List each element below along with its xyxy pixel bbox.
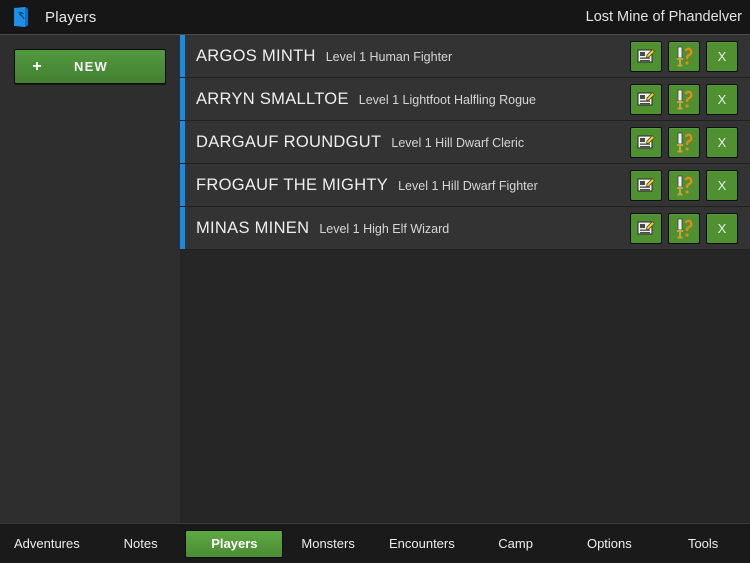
player-actions: X — [630, 127, 750, 158]
edit-note-icon[interactable] — [630, 84, 662, 115]
player-name: ARGOS MINTH — [196, 47, 316, 66]
player-name: FROGAUF THE MIGHTY — [196, 176, 388, 195]
player-info: MINAS MINEN Level 1 High Elf Wizard — [185, 219, 630, 238]
sword-equipment-icon[interactable] — [668, 84, 700, 115]
sidebar: + NEW — [0, 35, 180, 523]
sword-equipment-icon[interactable] — [668, 127, 700, 158]
app-header: Players Lost Mine of Phandelver — [0, 0, 750, 35]
players-panel: ARGOS MINTH Level 1 Human Fighter X ARRYN S… — [180, 35, 750, 523]
nav-tab-label: Camp — [498, 536, 533, 551]
nav-tab-encounters[interactable]: Encounters — [375, 524, 469, 563]
edit-note-icon[interactable] — [630, 213, 662, 244]
player-details: Level 1 High Elf Wizard — [319, 222, 449, 236]
close-icon[interactable]: X — [706, 170, 738, 201]
close-icon[interactable]: X — [706, 127, 738, 158]
edit-note-icon[interactable] — [630, 127, 662, 158]
player-name: DARGAUF ROUNDGUT — [196, 133, 381, 152]
player-name: ARRYN SMALLTOE — [196, 90, 349, 109]
close-icon[interactable]: X — [706, 213, 738, 244]
nav-tab-label: Encounters — [389, 536, 455, 551]
book-icon — [11, 6, 33, 28]
player-details: Level 1 Human Fighter — [326, 50, 452, 64]
player-row[interactable]: FROGAUF THE MIGHTY Level 1 Hill Dwarf Fig… — [180, 164, 750, 207]
nav-tab-label: Notes — [124, 536, 158, 551]
nav-tab-options[interactable]: Options — [563, 524, 657, 563]
player-actions: X — [630, 213, 750, 244]
player-details: Level 1 Hill Dwarf Cleric — [391, 136, 524, 150]
player-row[interactable]: MINAS MINEN Level 1 High Elf Wizard X — [180, 207, 750, 250]
player-row[interactable]: ARRYN SMALLTOE Level 1 Lightfoot Halfling… — [180, 78, 750, 121]
player-actions: X — [630, 41, 750, 72]
app-window: Players Lost Mine of Phandelver + NEW AR… — [0, 0, 750, 563]
player-details: Level 1 Lightfoot Halfling Rogue — [359, 93, 536, 107]
body-area: + NEW ARGOS MINTHLevel 1 Human FighterXA… — [0, 35, 750, 523]
player-name: MINAS MINEN — [196, 219, 309, 238]
nav-tab-players[interactable]: Players — [188, 524, 282, 563]
nav-tab-camp[interactable]: Camp — [469, 524, 563, 563]
edit-note-icon[interactable] — [630, 41, 662, 72]
campaign-name: Lost Mine of Phandelver — [586, 9, 744, 25]
players-list: ARGOS MINTH Level 1 Human Fighter X ARRYN S… — [180, 35, 750, 250]
page-title: Players — [45, 9, 96, 26]
nav-tab-notes[interactable]: Notes — [94, 524, 188, 563]
close-icon[interactable]: X — [706, 41, 738, 72]
nav-tab-label: Adventures — [14, 536, 80, 551]
nav-tab-tools[interactable]: Tools — [656, 524, 750, 563]
nav-tab-adventures[interactable]: Adventures — [0, 524, 94, 563]
nav-tab-monsters[interactable]: Monsters — [281, 524, 375, 563]
player-info: ARRYN SMALLTOE Level 1 Lightfoot Halfling… — [185, 90, 630, 109]
close-icon[interactable]: X — [706, 84, 738, 115]
sword-equipment-icon[interactable] — [668, 170, 700, 201]
player-info: ARGOS MINTH Level 1 Human Fighter — [185, 47, 630, 66]
nav-tab-label: Options — [587, 536, 632, 551]
new-button-label: NEW — [59, 59, 165, 74]
edit-note-icon[interactable] — [630, 170, 662, 201]
player-info: DARGAUF ROUNDGUT Level 1 Hill Dwarf Cleri… — [185, 133, 630, 152]
player-row[interactable]: ARGOS MINTH Level 1 Human Fighter X — [180, 35, 750, 78]
nav-tab-label: Players — [211, 536, 257, 551]
player-row[interactable]: DARGAUF ROUNDGUT Level 1 Hill Dwarf Cleri… — [180, 121, 750, 164]
player-info: FROGAUF THE MIGHTY Level 1 Hill Dwarf Fig… — [185, 176, 630, 195]
player-actions: X — [630, 84, 750, 115]
player-details: Level 1 Hill Dwarf Fighter — [398, 179, 538, 193]
nav-tab-label: Monsters — [301, 536, 354, 551]
player-actions: X — [630, 170, 750, 201]
bottom-navbar: Adventures Notes Players Monsters Encounters… — [0, 523, 750, 563]
nav-tab-label: Tools — [688, 536, 718, 551]
sword-equipment-icon[interactable] — [668, 213, 700, 244]
sword-equipment-icon[interactable] — [668, 41, 700, 72]
new-player-button[interactable]: + NEW — [14, 49, 166, 84]
plus-icon: + — [15, 59, 59, 75]
